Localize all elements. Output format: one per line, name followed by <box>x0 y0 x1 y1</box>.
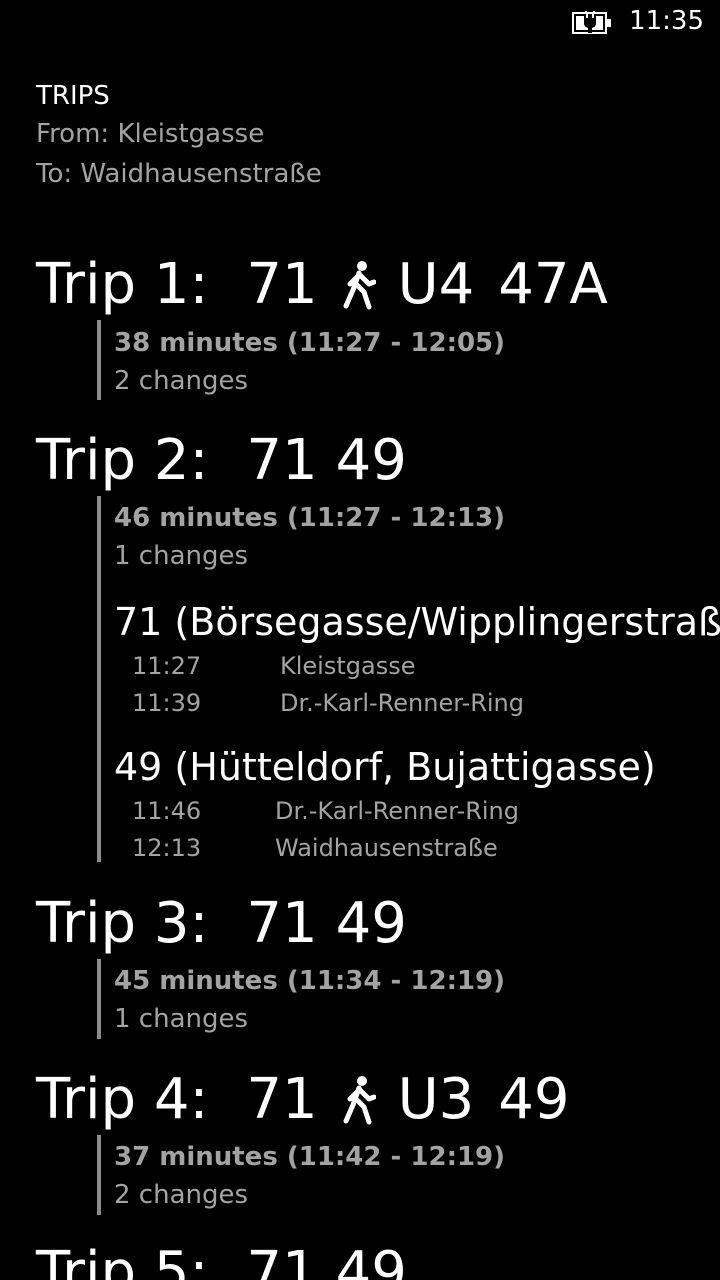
trip-label: Trip 2: <box>36 428 209 493</box>
walk-icon <box>343 1076 376 1125</box>
trip-changes: 1 changes <box>114 1004 249 1034</box>
stop-row: 11:46 Dr.-Karl-Renner-Ring <box>114 793 720 830</box>
trip-changes: 2 changes <box>114 366 249 396</box>
to-label: To: Waidhausenstraße <box>36 159 322 189</box>
line-badge: 71 <box>246 1240 318 1280</box>
stop-time: 12:13 <box>132 834 202 862</box>
stop-name: Kleistgasse <box>280 652 416 680</box>
stop-row: 11:27 Kleistgasse <box>114 648 720 685</box>
trip-2-leg-1[interactable]: 71 (Börsegasse/Wipplingerstraße) 11:27 K… <box>114 596 720 722</box>
line-badge: 49 <box>335 891 407 956</box>
detail-bar <box>97 1135 101 1215</box>
trip-4-title[interactable]: Trip 4: 71 U3 49 <box>36 1067 594 1133</box>
trip-changes: 2 changes <box>114 1180 249 1210</box>
trip-changes: 1 changes <box>114 541 249 571</box>
trip-1-title[interactable]: Trip 1: 71 U4 47A <box>36 252 632 318</box>
detail-bar <box>97 959 101 1039</box>
trip-2-title[interactable]: Trip 2: 71 49 <box>36 428 431 494</box>
leg-title: 71 (Börsegasse/Wipplingerstraße) <box>114 600 720 644</box>
trip-label: Trip 4: <box>36 1067 209 1132</box>
line-badge: 47A <box>498 252 608 317</box>
detail-bar <box>97 320 101 400</box>
trip-4-summary: 37 minutes (11:42 - 12:19) 2 changes <box>114 1138 505 1214</box>
page-header: TRIPS From: Kleistgasse To: Waidhausenst… <box>36 78 322 194</box>
line-badge: 71 <box>246 252 318 317</box>
page-title: TRIPS <box>36 81 110 111</box>
trip-label: Trip 1: <box>36 252 209 317</box>
trip-label: Trip 5: <box>36 1240 209 1280</box>
stop-time: 11:39 <box>132 689 202 717</box>
stop-row: 11:39 Dr.-Karl-Renner-Ring <box>114 685 720 722</box>
stop-name: Dr.-Karl-Renner-Ring <box>275 797 519 825</box>
trip-5-title[interactable]: Trip 5: 71 49 <box>36 1240 431 1280</box>
line-badge: 49 <box>498 1067 570 1132</box>
trip-2-summary: 46 minutes (11:27 - 12:13) 1 changes <box>114 499 505 575</box>
trip-3-summary: 45 minutes (11:34 - 12:19) 1 changes <box>114 962 505 1038</box>
trip-3-title[interactable]: Trip 3: 71 49 <box>36 891 431 957</box>
detail-bar <box>97 496 101 862</box>
trip-duration: 45 minutes (11:34 - 12:19) <box>114 966 506 996</box>
line-badge: 71 <box>246 891 318 956</box>
trip-1-summary: 38 minutes (11:27 - 12:05) 2 changes <box>114 324 505 400</box>
line-badge: U4 <box>397 252 475 317</box>
line-badge: 49 <box>335 428 407 493</box>
stop-time: 11:27 <box>132 652 202 680</box>
trip-duration: 37 minutes (11:42 - 12:19) <box>114 1142 506 1172</box>
walk-icon <box>343 261 376 310</box>
line-badge: 49 <box>335 1240 407 1280</box>
from-label: From: Kleistgasse <box>36 119 265 149</box>
leg-title: 49 (Hütteldorf, Bujattigasse) <box>114 745 656 789</box>
line-badge: 71 <box>246 1067 318 1132</box>
line-badge: 71 <box>246 428 318 493</box>
line-badge: U3 <box>397 1067 475 1132</box>
status-time: 11:35 <box>629 6 704 36</box>
stop-name: Dr.-Karl-Renner-Ring <box>280 689 524 717</box>
battery-charging-icon <box>572 11 611 34</box>
trip-label: Trip 3: <box>36 891 209 956</box>
status-bar: 11:35 <box>0 0 720 48</box>
stop-row: 12:13 Waidhausenstraße <box>114 830 720 867</box>
trip-duration: 38 minutes (11:27 - 12:05) <box>114 328 506 358</box>
stop-time: 11:46 <box>132 797 202 825</box>
trips-screen: 11:35 TRIPS From: Kleistgasse To: Waidha… <box>0 0 720 1280</box>
stop-name: Waidhausenstraße <box>275 834 498 862</box>
trip-2-leg-2[interactable]: 49 (Hütteldorf, Bujattigasse) 11:46 Dr.-… <box>114 741 720 867</box>
trip-duration: 46 minutes (11:27 - 12:13) <box>114 503 506 533</box>
